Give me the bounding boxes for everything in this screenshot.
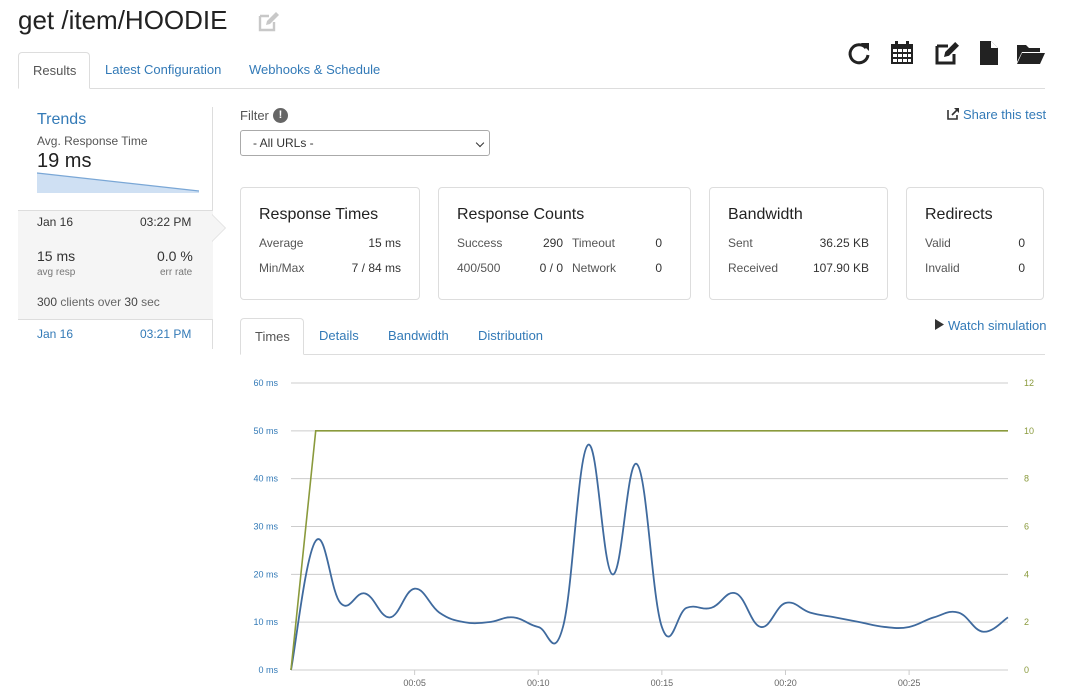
y-left-tick-label: 0 ms: [258, 665, 278, 675]
card-response-times: Response Times Average 15 ms Min/Max 7 /…: [240, 187, 420, 300]
valid-label: Valid: [925, 236, 951, 250]
y-right-tick-label: 2: [1024, 617, 1029, 627]
filter-label: Filter: [240, 108, 269, 123]
run-err-rate-value: 0.0 %: [157, 248, 193, 264]
page-title: get /item/HOODIE: [18, 5, 228, 35]
run-clients-text: clients over: [60, 295, 122, 309]
tab-bandwidth[interactable]: Bandwidth: [374, 318, 463, 355]
share-test-link[interactable]: Share this test: [947, 107, 1046, 122]
x-tick-label: 00:20: [774, 678, 797, 688]
run-avg-resp-label: avg resp: [37, 267, 76, 278]
err-4xx5xx-value: 0 / 0: [539, 261, 563, 275]
card-redirects: Redirects Valid 0 Invalid 0: [906, 187, 1044, 300]
sent-value: 36.25 KB: [819, 236, 869, 250]
trends-value: 19 ms: [37, 150, 92, 172]
minmax-label: Min/Max: [259, 261, 305, 275]
card-bandwidth: Bandwidth Sent 36.25 KB Received 107.90 …: [709, 187, 888, 300]
card-redirects-title: Redirects: [925, 206, 993, 223]
valid-value: 0: [1018, 236, 1025, 250]
received-value: 107.90 KB: [812, 261, 869, 275]
y-right-tick-label: 8: [1024, 474, 1029, 484]
trends-sparkline: [37, 172, 199, 193]
timeout-label: Timeout: [572, 236, 615, 250]
share-test-label: Share this test: [963, 107, 1047, 122]
card-response-counts-title: Response Counts: [457, 206, 585, 223]
average-label: Average: [259, 236, 304, 250]
refresh-icon[interactable]: [846, 40, 872, 66]
success-value: 290: [542, 236, 563, 250]
url-filter-selected: - All URLs -: [253, 136, 314, 150]
trends-title[interactable]: Trends: [37, 111, 86, 129]
y-right-tick-label: 6: [1024, 522, 1029, 532]
tab-webhooks-schedule[interactable]: Webhooks & Schedule: [235, 52, 394, 89]
y-right-tick-label: 10: [1024, 426, 1034, 436]
run-active-time: 03:22 PM: [140, 215, 192, 229]
average-value: 15 ms: [368, 236, 401, 250]
card-response-times-title: Response Times: [259, 206, 379, 223]
watch-simulation-link[interactable]: Watch simulation: [934, 318, 1047, 333]
edit-icon[interactable]: [934, 40, 960, 66]
card-response-counts: Response Counts Success 290 Timeout 0 40…: [438, 187, 691, 300]
tab-latest-configuration[interactable]: Latest Configuration: [91, 52, 235, 89]
y-left-tick-label: 20 ms: [253, 569, 278, 579]
x-tick-label: 00:05: [403, 678, 426, 688]
x-tick-label: 00:10: [527, 678, 550, 688]
filter-info-icon[interactable]: !: [273, 108, 288, 123]
network-value: 0: [655, 261, 662, 275]
run-previous-date[interactable]: Jan 16: [37, 327, 73, 341]
run-avg-resp-value: 15 ms: [37, 248, 76, 264]
y-left-tick-label: 40 ms: [253, 474, 278, 484]
run-clients-count: 300: [37, 295, 58, 309]
sent-label: Sent: [728, 236, 753, 250]
timeout-value: 0: [655, 236, 662, 250]
tab-results[interactable]: Results: [18, 52, 90, 89]
tab-distribution[interactable]: Distribution: [464, 318, 557, 355]
chevron-down-icon: [475, 138, 485, 148]
run-clients-summary: 300 clients over 30 sec: [37, 295, 160, 309]
tab-times[interactable]: Times: [240, 318, 304, 355]
series-line-clients: [290, 430, 1008, 671]
network-label: Network: [572, 261, 617, 275]
run-err-rate-label: err rate: [160, 267, 193, 278]
invalid-value: 0: [1018, 261, 1025, 275]
y-left-tick-label: 30 ms: [253, 522, 278, 532]
folder-open-icon[interactable]: [1016, 40, 1046, 66]
card-bandwidth-title: Bandwidth: [728, 206, 803, 223]
invalid-label: Invalid: [925, 261, 960, 275]
y-right-tick-label: 0: [1024, 665, 1029, 675]
trends-subtitle: Avg. Response Time: [37, 134, 148, 148]
calendar-icon[interactable]: [889, 40, 915, 66]
watch-simulation-label: Watch simulation: [948, 318, 1047, 333]
tab-details[interactable]: Details: [305, 318, 373, 355]
edit-title-icon[interactable]: [256, 10, 280, 34]
run-active-pointer-fill: [212, 215, 225, 241]
y-left-tick-label: 10 ms: [253, 617, 278, 627]
x-tick-label: 00:15: [651, 678, 674, 688]
err-4xx5xx-label: 400/500: [457, 261, 501, 275]
response-time-chart: 0 ms 0 10 ms 2 20 ms 4 30 ms 6 40 ms 8 50 ms 10 60 m…: [253, 378, 1034, 688]
y-right-tick-label: 4: [1024, 569, 1029, 579]
share-icon: [947, 108, 959, 120]
minmax-value: 7 / 84 ms: [351, 261, 401, 275]
y-right-tick-label: 12: [1024, 378, 1034, 388]
file-icon[interactable]: [976, 40, 1002, 66]
play-icon: [935, 319, 944, 330]
url-filter-select[interactable]: - All URLs -: [240, 130, 490, 156]
run-duration: 30: [124, 295, 138, 309]
success-label: Success: [457, 236, 503, 250]
x-tick-label: 00:25: [898, 678, 921, 688]
run-active-date: Jan 16: [37, 215, 74, 229]
received-label: Received: [728, 261, 779, 275]
run-duration-unit: sec: [141, 295, 160, 309]
y-left-tick-label: 60 ms: [253, 378, 278, 388]
run-previous-time[interactable]: 03:21 PM: [140, 327, 191, 341]
y-left-tick-label: 50 ms: [253, 426, 278, 436]
